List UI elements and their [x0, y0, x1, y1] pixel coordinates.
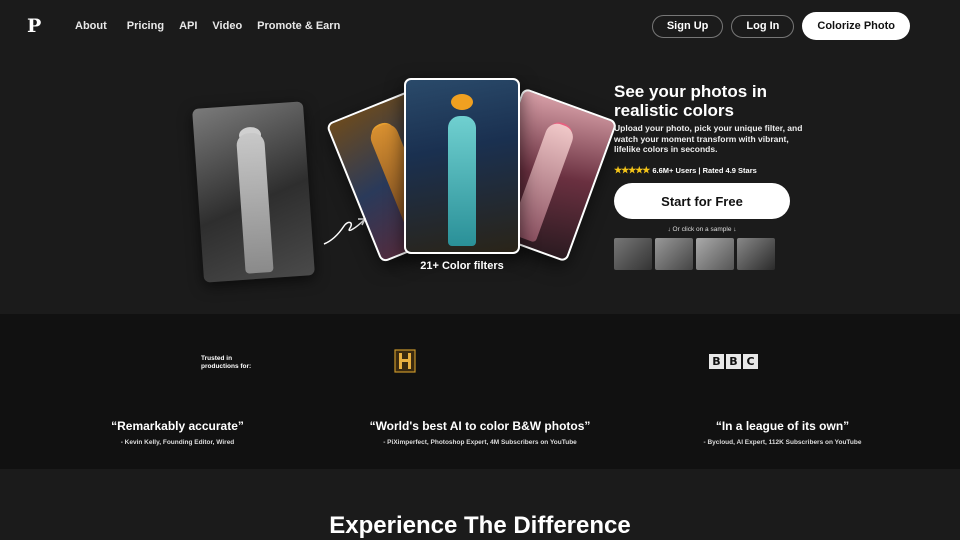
figure-shape [448, 116, 476, 246]
testimonial-quote: “Remarkably accurate” [111, 419, 244, 433]
figure-shape [235, 132, 274, 274]
top-nav: P About Pricing API Video Promote & Earn… [0, 0, 960, 52]
start-for-free-button[interactable]: Start for Free [614, 183, 790, 219]
sample-photo-1[interactable] [614, 238, 652, 270]
sample-hint: ↓ Or click on a sample ↓ [667, 226, 737, 233]
colorize-photo-button[interactable]: Colorize Photo [802, 12, 910, 40]
testimonial-author: - Kevin Kelly, Founding Editor, Wired [120, 439, 235, 446]
login-button[interactable]: Log In [731, 14, 795, 38]
bbc-letter-b1: B [709, 354, 724, 369]
nav-actions: Sign Up Log In Colorize Photo [651, 12, 910, 40]
trust-section: Trusted in productions for: B B C “Remar… [0, 314, 960, 469]
trusted-in-text: Trusted in productions for: [201, 355, 252, 370]
color-filters-label: 21+ Color filters [420, 260, 504, 272]
hero-description: Upload your photo, pick your unique filt… [614, 123, 803, 154]
nav-link-about[interactable]: About [75, 20, 107, 32]
sample-photo-4[interactable] [737, 238, 775, 270]
testimonial-1: “Remarkably accurate” - Kevin Kelly, Fou… [100, 419, 255, 446]
site-logo[interactable]: P [27, 15, 41, 37]
nav-link-pricing[interactable]: Pricing [127, 20, 164, 32]
testimonial-quote: “In a league of its own” [715, 419, 850, 433]
testimonial-author: - PiXimperfect, Photoshop Expert, 4M Sub… [383, 439, 577, 446]
rating-text: 6.6M+ Users | Rated 4.9 Stars [652, 166, 757, 175]
nav-link-video[interactable]: Video [212, 20, 242, 32]
hero-title: See your photos in realistic colors [614, 82, 768, 120]
bbc-logo: B B C [709, 354, 758, 369]
curved-arrow-icon [323, 218, 367, 245]
sample-photos [614, 238, 775, 270]
sample-photo-2[interactable] [655, 238, 693, 270]
nav-links: About Pricing API Video Promote & Earn [75, 20, 360, 32]
filter-card-center [404, 78, 520, 254]
testimonial-author: - Bycloud, AI Expert, 112K Subscribers o… [703, 439, 862, 446]
star-rating-icon: ★★★★★ [614, 165, 650, 175]
nav-link-api[interactable]: API [179, 20, 197, 32]
rating-row: ★★★★★ 6.6M+ Users | Rated 4.9 Stars [614, 165, 757, 176]
testimonial-3: “In a league of its own” - Bycloud, AI E… [690, 419, 875, 446]
headdress-shape [451, 94, 473, 110]
testimonial-2: “World's best AI to color B&W photos” - … [360, 419, 600, 446]
history-channel-logo-icon [394, 349, 416, 373]
bbc-letter-c: C [743, 354, 758, 369]
nav-link-promote[interactable]: Promote & Earn [257, 20, 340, 32]
experience-difference-heading: Experience The Difference [329, 512, 631, 539]
bw-source-photo [192, 101, 315, 283]
sample-photo-3[interactable] [696, 238, 734, 270]
bbc-letter-b2: B [726, 354, 741, 369]
testimonial-quote: “World's best AI to color B&W photos” [369, 419, 591, 433]
signup-button[interactable]: Sign Up [651, 14, 724, 38]
